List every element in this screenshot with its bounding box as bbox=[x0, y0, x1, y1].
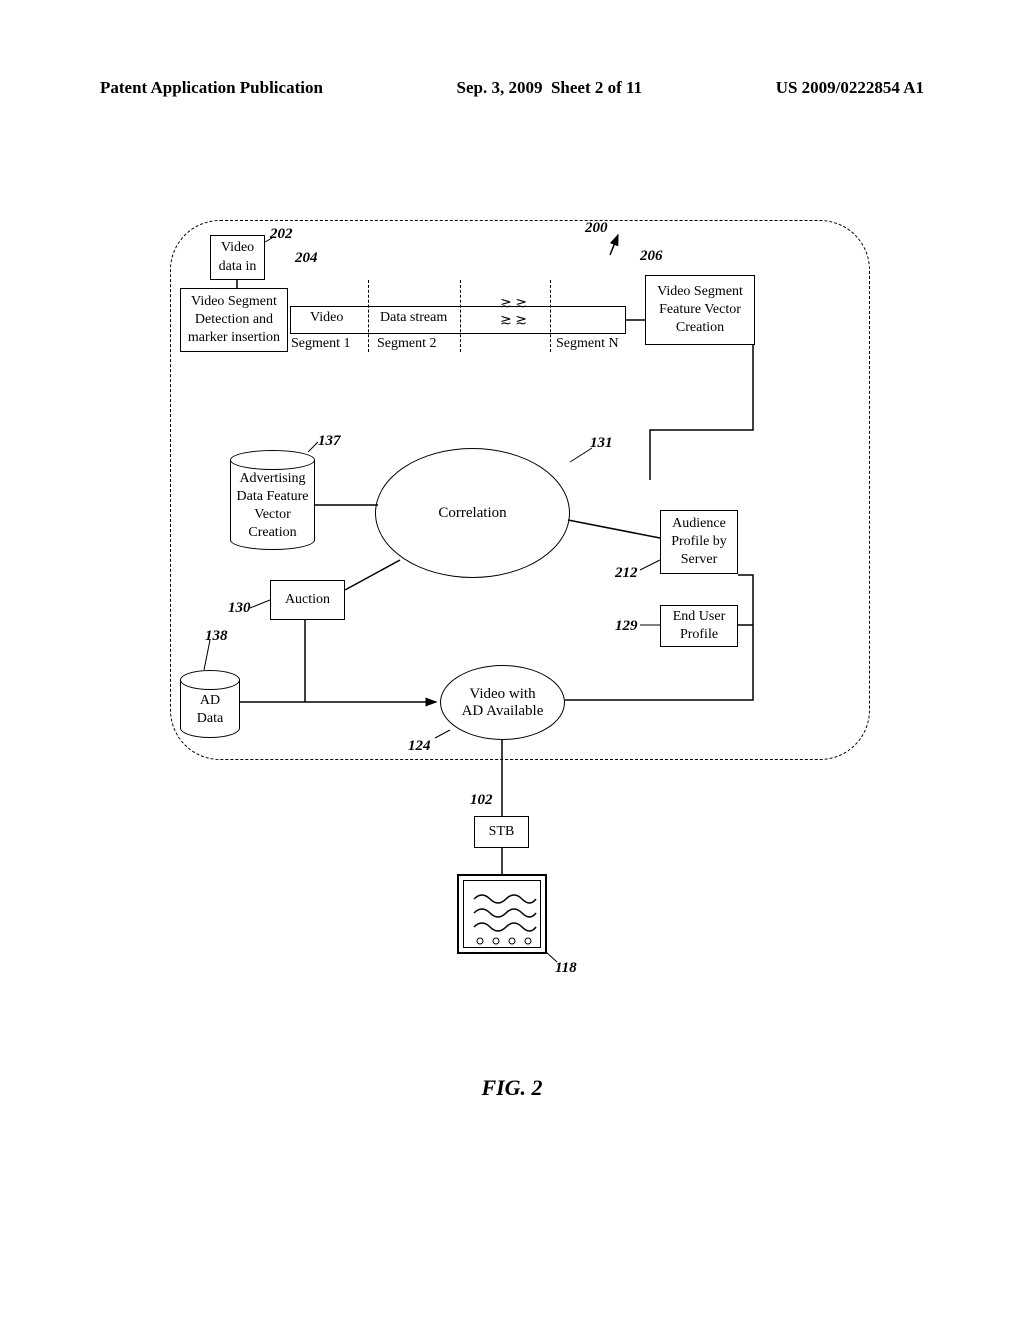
ad-feature-cylinder: Advertising Data Feature Vector Creation bbox=[230, 450, 315, 550]
segment-divider-3 bbox=[550, 280, 551, 352]
video-ad-circle: Video with AD Available bbox=[440, 665, 565, 740]
refnum-212: 212 bbox=[615, 565, 638, 582]
auction-block: Auction bbox=[270, 580, 345, 620]
tv-block bbox=[457, 874, 547, 954]
refnum-206: 206 bbox=[640, 248, 663, 265]
stb-block: STB bbox=[474, 816, 529, 848]
tv-waves-icon bbox=[464, 881, 544, 951]
refnum-204: 204 bbox=[295, 250, 318, 267]
wave-icon: ≳ ≳≳ ≳ bbox=[500, 295, 527, 329]
segment-1-label: Segment 1 bbox=[291, 336, 351, 352]
header-sheet: Sheet 2 of 11 bbox=[551, 78, 642, 97]
refnum-118: 118 bbox=[555, 960, 577, 977]
refnum-129: 129 bbox=[615, 618, 638, 635]
segment-detection-block: Video Segment Detection and marker inser… bbox=[180, 288, 288, 352]
end-user-profile-block: End User Profile bbox=[660, 605, 738, 647]
figure-caption: FIG. 2 bbox=[0, 1075, 1024, 1101]
refnum-130: 130 bbox=[228, 600, 251, 617]
segment-n-label: Segment N bbox=[556, 336, 619, 352]
audience-profile-block: Audience Profile by Server bbox=[660, 510, 738, 574]
refnum-138: 138 bbox=[205, 628, 228, 645]
ad-data-cylinder: AD Data bbox=[180, 670, 240, 738]
stream-data-label: Data stream bbox=[380, 310, 447, 326]
segment-divider-1 bbox=[368, 280, 369, 352]
refnum-102: 102 bbox=[470, 792, 493, 809]
header-right: US 2009/0222854 A1 bbox=[776, 78, 924, 98]
figure-2-diagram: Video data in Video Segment Detection an… bbox=[150, 220, 870, 1010]
stream-video-label: Video bbox=[310, 310, 343, 326]
feature-vector-block: Video Segment Feature Vector Creation bbox=[645, 275, 755, 345]
segment-divider-2 bbox=[460, 280, 461, 352]
header-date: Sep. 3, 2009 bbox=[457, 78, 543, 97]
video-data-in-block: Video data in bbox=[210, 235, 265, 280]
header-left: Patent Application Publication bbox=[100, 78, 323, 98]
refnum-124: 124 bbox=[408, 738, 431, 755]
refnum-200: 200 bbox=[585, 220, 608, 237]
correlation-circle: Correlation bbox=[375, 448, 570, 578]
refnum-131: 131 bbox=[590, 435, 613, 452]
refnum-202: 202 bbox=[270, 226, 293, 243]
header-center: Sep. 3, 2009 Sheet 2 of 11 bbox=[457, 78, 643, 98]
page-header: Patent Application Publication Sep. 3, 2… bbox=[0, 0, 1024, 98]
refnum-137: 137 bbox=[318, 433, 341, 450]
segment-2-label: Segment 2 bbox=[377, 336, 437, 352]
